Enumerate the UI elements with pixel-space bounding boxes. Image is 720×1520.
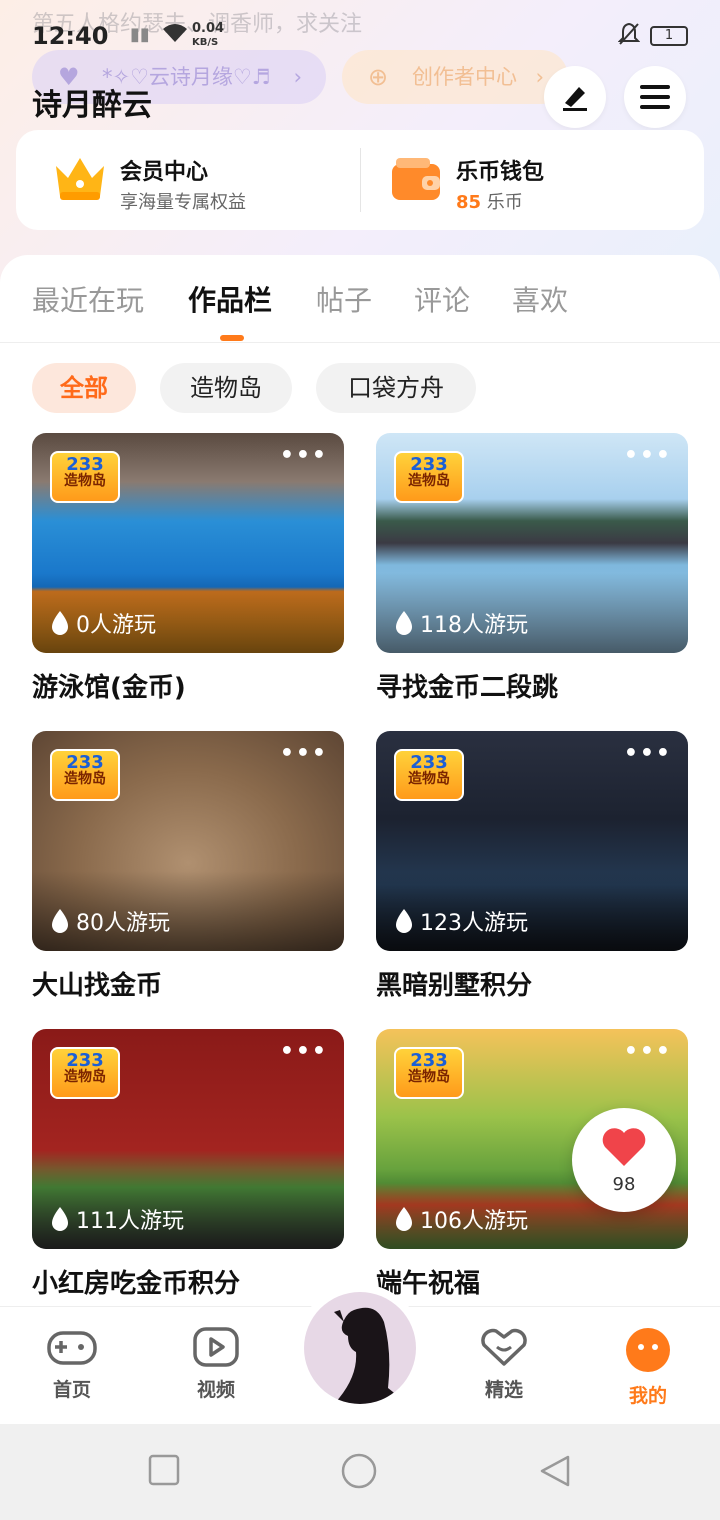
play-count: 80人游玩 [50, 905, 170, 937]
play-count: 0人游玩 [50, 607, 156, 639]
game-title: 小红房吃金币积分 [32, 1269, 241, 1299]
game-thumbnail[interactable]: 233 造物岛 ••• 0人游玩 [32, 433, 344, 653]
avatar-button[interactable] [296, 1284, 424, 1412]
signal-icon: ▮▮ [130, 24, 150, 45]
tab-bar: 最近在玩 作品栏 帖子 评论 喜欢 [0, 279, 720, 341]
game-thumbnail[interactable]: 233 造物岛 ••• 111人游玩 [32, 1029, 344, 1249]
creation-island-logo: 233 造物岛 [50, 749, 120, 801]
creation-island-logo: 233 造物岛 [394, 451, 464, 503]
creator-center-pill[interactable]: ⊕ 创作者中心 › [342, 50, 568, 104]
page-title: 诗月醉云 [32, 88, 152, 123]
tab-comments[interactable]: 评论 [414, 279, 470, 319]
game-card[interactable]: 233 造物岛 ••• 123人游玩 黑暗别墅积分 [376, 731, 688, 1002]
divider [360, 148, 361, 212]
flame-icon [52, 1207, 68, 1231]
play-video-icon [193, 1327, 239, 1367]
tab-posts[interactable]: 帖子 [316, 279, 372, 319]
play-count: 123人游玩 [394, 905, 528, 937]
smile-face-icon [626, 1328, 670, 1372]
more-icon[interactable]: ••• [280, 741, 328, 766]
tab-works[interactable]: 作品栏 [188, 279, 272, 319]
wallet-icon [392, 158, 440, 200]
edit-button[interactable] [544, 66, 606, 128]
game-card[interactable]: 233 造物岛 ••• 111人游玩 小红房吃金币积分 [32, 1029, 344, 1300]
member-wallet-card: 会员中心 享海量专属权益 乐币钱包 85 乐币 [16, 130, 704, 230]
gamepad-icon [47, 1331, 97, 1365]
more-icon[interactable]: ••• [624, 1039, 672, 1064]
flame-icon [396, 611, 412, 635]
mute-bell-icon [617, 22, 641, 52]
chip-creation-island[interactable]: 造物岛 [160, 363, 292, 413]
more-icon[interactable]: ••• [280, 1039, 328, 1064]
creation-island-logo: 233 造物岛 [50, 1047, 120, 1099]
wallet-entry[interactable]: 乐币钱包 85 乐币 [388, 130, 688, 230]
game-title: 黑暗别墅积分 [376, 971, 533, 1001]
play-count: 111人游玩 [50, 1203, 184, 1235]
tab-indicator [220, 335, 244, 341]
tab-recent[interactable]: 最近在玩 [32, 279, 144, 319]
heart-icon [602, 1128, 646, 1166]
member-center-entry[interactable]: 会员中心 享海量专属权益 [52, 130, 352, 230]
wifi-icon [162, 22, 188, 49]
flame-icon [396, 909, 412, 933]
play-count: 118人游玩 [394, 607, 528, 639]
member-center-subtitle: 享海量专属权益 [120, 192, 246, 213]
nav-me[interactable]: 我的 [603, 1327, 693, 1408]
creation-island-logo: 233 造物岛 [50, 451, 120, 503]
member-center-title: 会员中心 [120, 160, 209, 185]
avatar [304, 1292, 416, 1404]
tab-likes[interactable]: 喜欢 [512, 279, 568, 319]
game-title: 游泳馆(金币) [32, 673, 186, 703]
flame-icon [396, 1207, 412, 1231]
game-title: 大山找金币 [32, 971, 163, 1001]
game-thumbnail[interactable]: 233 造物岛 ••• 80人游玩 [32, 731, 344, 951]
game-thumbnail[interactable]: 233 造物岛 ••• 123人游玩 [376, 731, 688, 951]
clock: 12:40 [32, 22, 109, 50]
chip-all[interactable]: 全部 [32, 363, 136, 413]
gamepad-icon: ⊕ [368, 63, 389, 91]
back-triangle-icon[interactable] [538, 1454, 572, 1488]
creation-island-logo: 233 造物岛 [394, 1047, 464, 1099]
nav-home[interactable]: 首页 [27, 1327, 117, 1402]
system-nav-bar [0, 1424, 720, 1520]
game-title: 寻找金币二段跳 [376, 673, 559, 703]
home-circle-icon[interactable] [340, 1452, 378, 1490]
pen-icon [563, 87, 587, 111]
hamburger-icon [640, 85, 670, 109]
wallet-title: 乐币钱包 [456, 160, 545, 185]
crown-icon [56, 158, 104, 200]
chevron-right-icon: › [293, 65, 302, 89]
more-icon[interactable]: ••• [280, 443, 328, 468]
flame-icon [52, 611, 68, 635]
battery-icon: 1 [650, 26, 688, 46]
like-count: 98 [612, 1174, 636, 1195]
divider [0, 342, 720, 343]
creation-island-logo: 233 造物岛 [394, 749, 464, 801]
more-icon[interactable]: ••• [624, 741, 672, 766]
game-thumbnail[interactable]: 233 造物岛 ••• 118人游玩 [376, 433, 688, 653]
more-icon[interactable]: ••• [624, 443, 672, 468]
game-card[interactable]: 233 造物岛 ••• 80人游玩 大山找金币 [32, 731, 344, 1002]
game-card[interactable]: 233 造物岛 ••• 0人游玩 游泳馆(金币) [32, 433, 344, 704]
wallet-balance: 85 乐币 [456, 192, 523, 213]
play-count: 106人游玩 [394, 1203, 528, 1235]
chevron-right-icon: › [535, 65, 544, 89]
menu-button[interactable] [624, 66, 686, 128]
like-button[interactable]: 98 [572, 1108, 676, 1212]
game-title: 端午祝福 [376, 1269, 481, 1299]
status-bar: 第五人格约瑟夫、调香师，求关注 12:40 ▮▮ 0.04 KB/S 1 [32, 12, 688, 54]
recents-icon[interactable] [148, 1454, 180, 1486]
nav-video[interactable]: 视频 [171, 1327, 261, 1402]
game-card[interactable]: 233 造物岛 ••• 118人游玩 寻找金币二段跳 [376, 433, 688, 704]
heart-outline-icon [481, 1328, 527, 1366]
net-speed: 0.04 KB/S [192, 21, 225, 48]
flame-icon [52, 909, 68, 933]
nav-featured[interactable]: 精选 [459, 1327, 549, 1402]
chip-pocket-ark[interactable]: 口袋方舟 [316, 363, 476, 413]
